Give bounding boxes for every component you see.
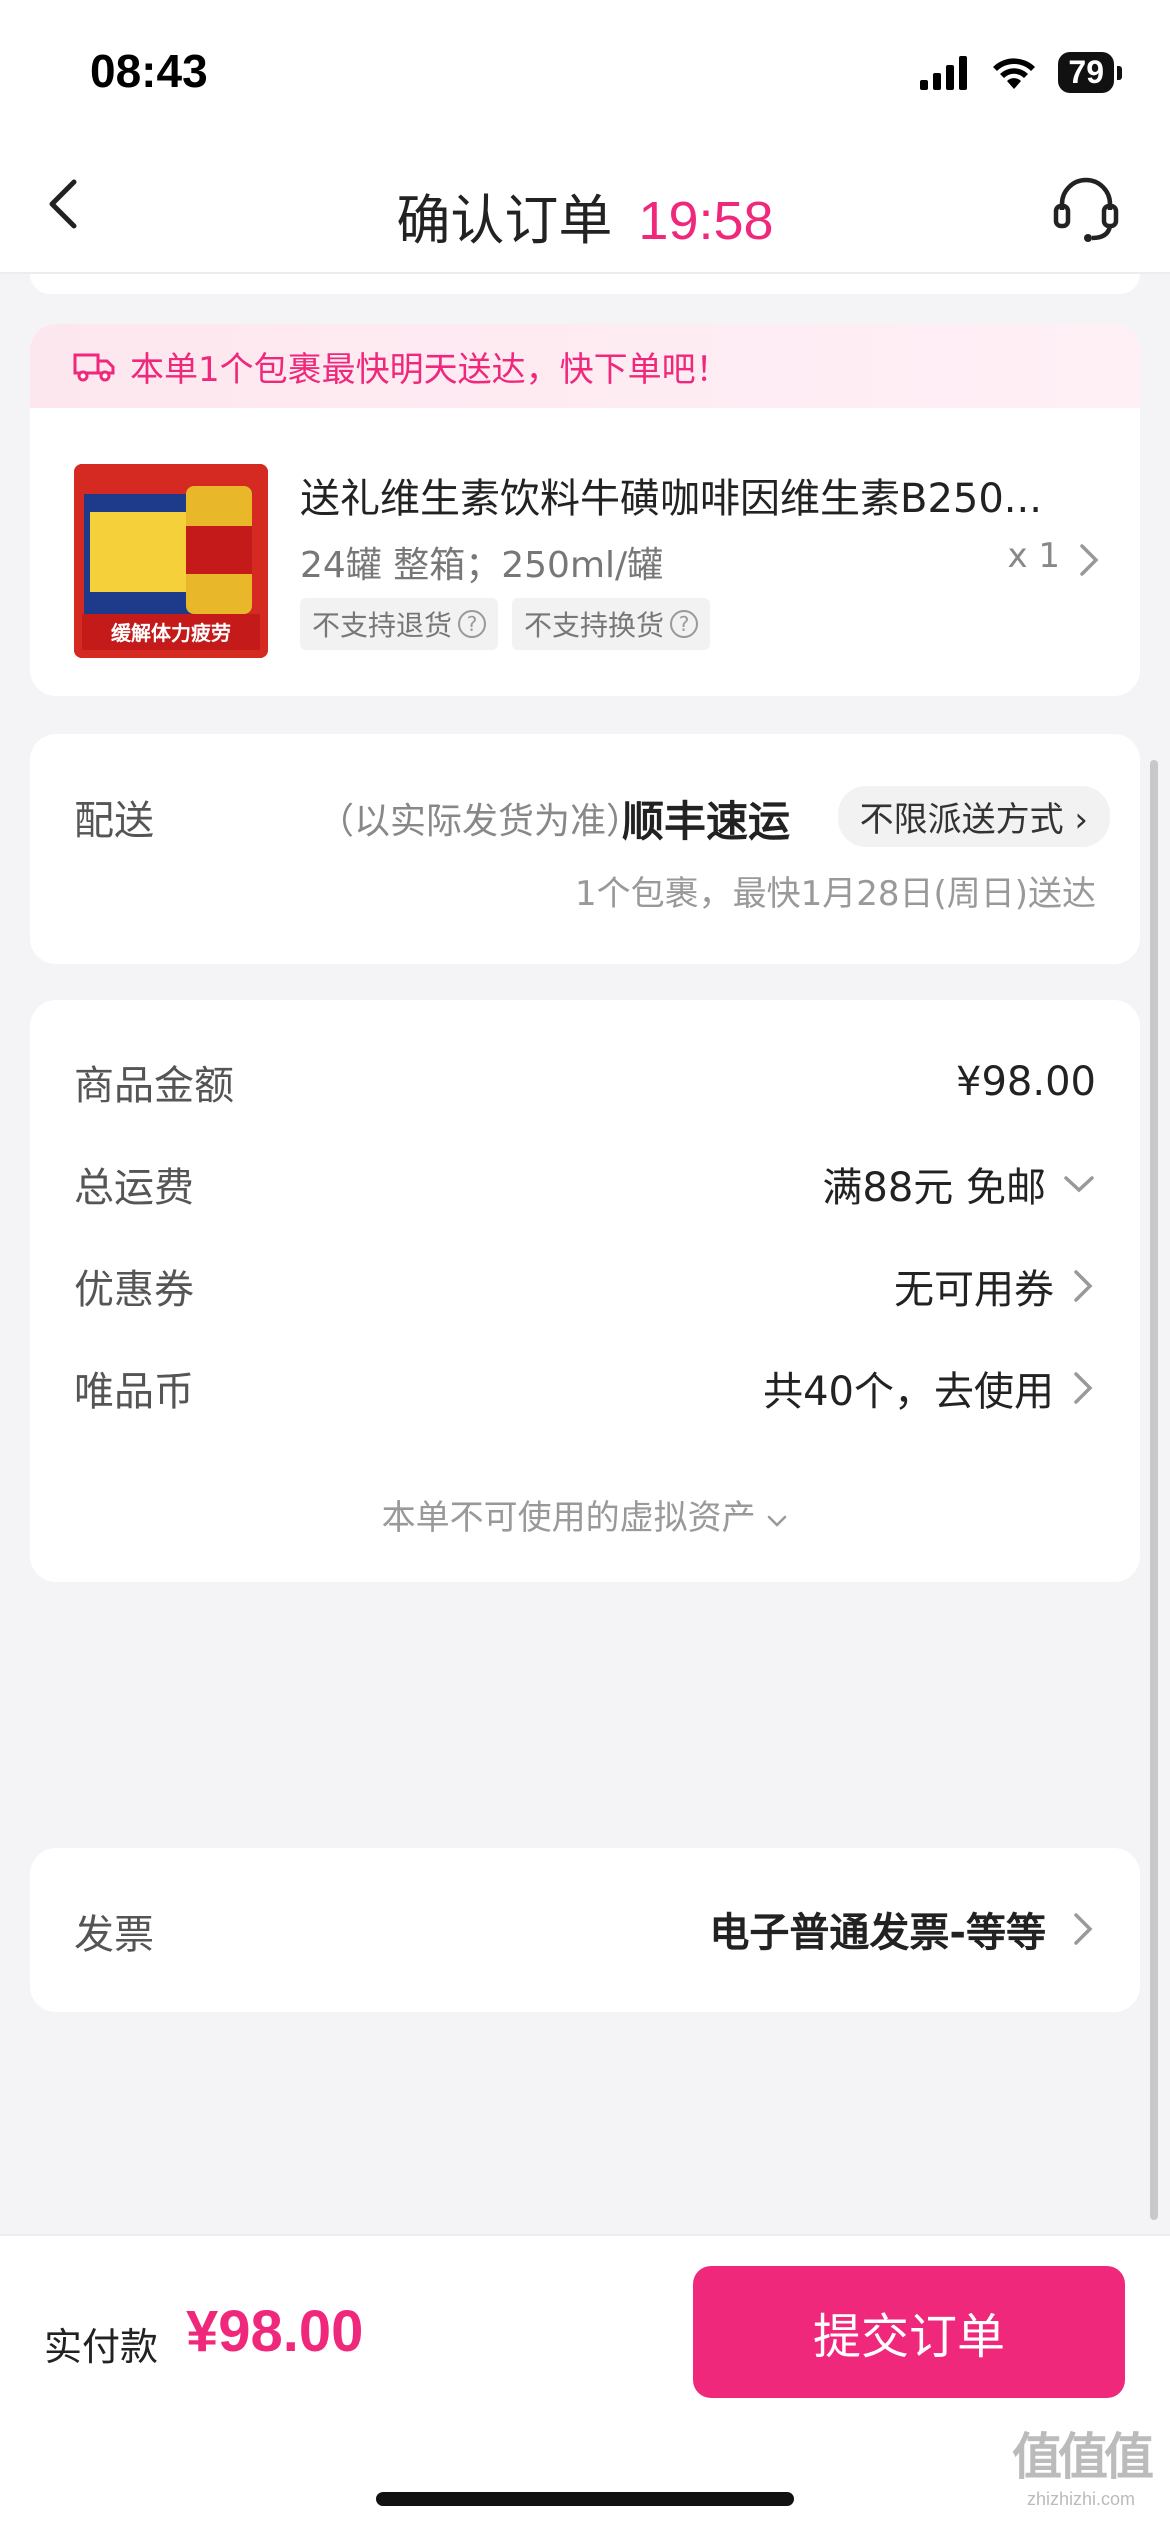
status-bar: 08:43 79 (0, 0, 1170, 140)
no-exchange-tag[interactable]: 不支持换货? (512, 598, 711, 650)
invoice-label: 发票 (74, 1912, 154, 1958)
cellular-signal-icon (920, 55, 968, 90)
submit-order-button[interactable]: 提交订单 (693, 2266, 1125, 2398)
countdown-timer: 19:58 (638, 191, 774, 251)
product-tags: 不支持退货? 不支持换货? (300, 598, 711, 650)
question-icon: ? (458, 610, 487, 638)
previous-card-edge (30, 274, 1140, 294)
shipping-card: 配送 （以实际发货为准） 顺丰速运 不限派送方式 › 1个包裹，最快1月28日(… (30, 734, 1140, 964)
product-card: 本单1个包裹最快明天送达，快下单吧！ 缓解体力疲劳 送礼维生素饮料牛磺咖啡因维生… (30, 324, 1140, 696)
product-row[interactable]: 缓解体力疲劳 送礼维生素饮料牛磺咖啡因维生素B250... 24罐 整箱；250… (30, 408, 1140, 696)
nav-bar: 确认订单 19:58 (0, 140, 1170, 274)
fee-label: 优惠券 (74, 1267, 194, 1313)
customer-service-icon[interactable] (1048, 170, 1124, 246)
fee-row-coupon[interactable]: 优惠券 无可用券 (74, 1256, 1096, 1316)
fee-value: 满88元 免邮 (822, 1155, 1096, 1213)
fee-value: ¥98.00 (956, 1059, 1096, 1105)
product-spec: 24罐 整箱；250ml/罐 (300, 545, 664, 586)
fee-row-vip-coins[interactable]: 唯品币 共40个，去使用 (74, 1358, 1096, 1418)
chevron-right-icon[interactable] (1070, 1266, 1096, 1306)
product-image-caption: 缓解体力疲劳 (111, 621, 231, 645)
fee-label: 总运费 (74, 1165, 194, 1211)
invoice-value: 电子普通发票-等等 (709, 1900, 1096, 1958)
fee-value: 共40个，去使用 (763, 1359, 1096, 1417)
battery-icon: 79 (1058, 52, 1122, 93)
no-return-tag[interactable]: 不支持退货? (300, 598, 499, 650)
fee-row-shipping[interactable]: 总运费 满88元 免邮 (74, 1154, 1096, 1214)
watermark: 值值值 zhizhizhi.com (1012, 2417, 1154, 2510)
shipping-note: （以实际发货为准） (318, 801, 643, 842)
delivery-banner-text: 本单1个包裹最快明天送达，快下单吧！ (130, 349, 730, 390)
bottom-bar: 实付款 ¥98.00 提交订单 值值值 zhizhizhi.com (0, 2234, 1170, 2532)
chevron-right-icon[interactable] (1074, 540, 1104, 580)
shipping-eta: 1个包裹，最快1月28日(周日)送达 (574, 874, 1096, 914)
delivery-banner: 本单1个包裹最快明天送达，快下单吧！ (30, 324, 1140, 408)
pay-label: 实付款 (44, 2325, 159, 2369)
wifi-icon (993, 57, 1036, 89)
delivery-truck-icon (73, 353, 115, 382)
scrollbar[interactable] (1150, 760, 1158, 2220)
fee-label: 商品金额 (74, 1063, 234, 1109)
product-name: 送礼维生素饮料牛磺咖啡因维生素B250... (300, 476, 1042, 522)
virtual-assets-toggle[interactable]: 本单不可使用的虚拟资产 (30, 1490, 1140, 1539)
page-title-text: 确认订单 (396, 189, 613, 252)
question-icon: ? (670, 610, 699, 638)
product-image: 缓解体力疲劳 (74, 464, 268, 658)
status-time: 08:43 (90, 45, 208, 97)
chevron-right-icon[interactable] (1070, 1368, 1096, 1408)
chevron-down-icon[interactable] (1062, 1172, 1096, 1196)
watermark-logo: 值值值 (1012, 2428, 1154, 2486)
fee-row-goods-amount: 商品金额 ¥98.00 (74, 1052, 1096, 1112)
shipping-method-button[interactable]: 不限派送方式 › (837, 786, 1110, 847)
status-icons: 79 (920, 52, 1122, 93)
page-title: 确认订单 19:58 (0, 176, 1170, 255)
shipping-carrier: 顺丰速运 (622, 797, 791, 846)
watermark-url: zhizhizhi.com (1026, 2489, 1136, 2509)
fee-label: 唯品币 (74, 1369, 194, 1415)
fee-value: 无可用券 (894, 1257, 1096, 1315)
home-indicator[interactable] (376, 2492, 794, 2506)
chevron-right-icon[interactable] (1070, 1909, 1096, 1949)
pay-amount: ¥98.00 (186, 2299, 364, 2364)
fees-card: 商品金额 ¥98.00 总运费 满88元 免邮 优惠券 无可用券 唯品币 共40… (30, 1000, 1140, 1582)
shipping-label: 配送 (74, 798, 154, 844)
product-quantity: x 1 (1007, 536, 1060, 576)
invoice-card[interactable]: 发票 电子普通发票-等等 (30, 1848, 1140, 2012)
chevron-down-icon (768, 1515, 787, 1527)
